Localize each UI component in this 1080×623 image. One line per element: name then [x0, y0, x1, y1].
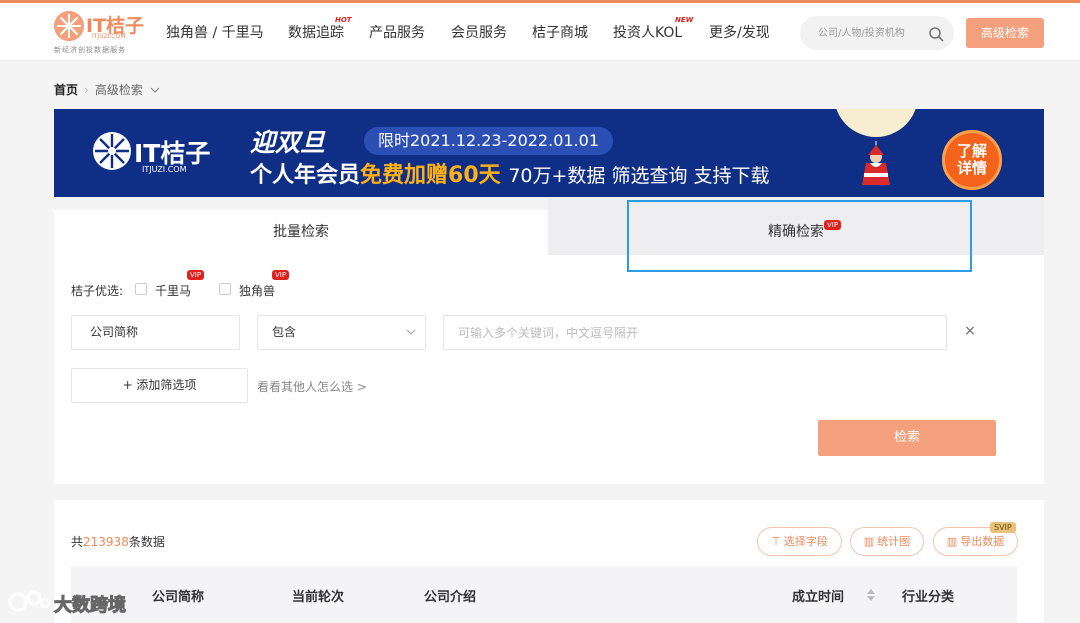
santa-icon	[862, 141, 890, 185]
site-logo[interactable]: IT桔子 ITJUZI.COM 新经济创投数据服务	[54, 9, 144, 57]
banner-offer-features: 70万+数据 筛选查询 支持下载	[508, 165, 770, 187]
select-fields-button[interactable]: ⊤ 选择字段	[757, 527, 842, 556]
promo-banner[interactable]: IT桔子 ITJUZI.COM 迎双旦 限时2021.12.23-2022.01…	[54, 109, 1044, 197]
operator-select[interactable]: 包含	[257, 315, 426, 350]
svip-badge: SVIP	[990, 522, 1016, 533]
banner-offer-member: 个人年会员	[250, 163, 361, 188]
search-submit-button[interactable]: 检索	[818, 420, 996, 456]
result-count-suffix: 条数据	[128, 535, 165, 549]
select-fields-label: 选择字段	[783, 535, 828, 548]
search-icon[interactable]	[928, 26, 944, 42]
qianlima-label[interactable]: 千里马	[155, 282, 191, 299]
banner-orange-logo-icon	[93, 132, 131, 170]
vip-badge: VIP	[187, 270, 205, 280]
result-count-prefix: 共	[71, 535, 84, 549]
banner-title: 迎双旦	[250, 128, 326, 157]
learn-more-line1: 了解	[956, 142, 987, 160]
breadcrumb-separator: ›	[84, 83, 89, 97]
column-header: 公司介绍	[424, 590, 477, 605]
table-header: 公司简称 当前轮次 公司介绍 成立时间 行业分类	[71, 566, 1017, 623]
nav-data-tracking[interactable]: 数据追踪	[288, 22, 344, 42]
nav-membership[interactable]: 会员服务	[451, 22, 507, 42]
breadcrumb-current[interactable]: 高级检索	[95, 83, 143, 97]
chevron-down-icon[interactable]	[150, 86, 160, 94]
column-header: 行业分类	[902, 590, 955, 605]
field-icon: ⊤	[771, 535, 781, 548]
global-search	[800, 16, 954, 50]
learn-more-button[interactable]: 了解 详情	[942, 130, 1002, 190]
nav-investor-kol[interactable]: 投资人KOL	[613, 22, 682, 42]
unicorn-label[interactable]: 独角兽	[239, 282, 275, 299]
qianlima-checkbox[interactable]	[135, 283, 147, 295]
new-badge: NEW	[675, 16, 694, 24]
nav-products[interactable]: 产品服务	[369, 22, 425, 42]
moon-decoration	[834, 109, 918, 137]
chart-label: 统计图	[877, 535, 911, 548]
result-count-number: 213938	[83, 535, 129, 549]
advanced-search-button[interactable]: 高级检索	[966, 18, 1044, 48]
banner-offer-bonus: 免费加赠60天	[360, 163, 501, 188]
field-select[interactable]: 公司简称	[71, 315, 240, 350]
nav-unicorn[interactable]: 独角兽 / 千里马	[166, 22, 264, 42]
breadcrumb-home[interactable]: 首页	[54, 83, 78, 97]
export-icon: ▥	[946, 535, 958, 548]
site-header: IT桔子 ITJUZI.COM 新经济创投数据服务 独角兽 / 千里马 数据追踪…	[0, 3, 1080, 61]
see-others-link[interactable]: 看看其他人怎么选 >	[257, 378, 367, 395]
breadcrumb: 首页 › 高级检索	[54, 81, 160, 98]
options-label: 桔子优选:	[71, 284, 124, 298]
hot-badge: HOT	[335, 16, 352, 24]
operator-value: 包含	[272, 325, 297, 339]
banner-offer-line: 个人年会员免费加赠60天 70万+数据 筛选查询 支持下载	[250, 157, 770, 189]
column-header-founded[interactable]: 成立时间	[792, 586, 844, 605]
keyword-input[interactable]	[443, 315, 947, 350]
nav-store[interactable]: 桔子商城	[532, 22, 588, 42]
column-header: 当前轮次	[292, 590, 345, 605]
clear-row-button[interactable]: ×	[962, 323, 978, 339]
chart-icon: ▥	[863, 535, 875, 548]
export-label: 导出数据	[960, 535, 1005, 548]
banner-logo-domain: ITJUZI.COM	[142, 165, 187, 174]
tab-batch-search[interactable]: 批量检索	[54, 210, 548, 255]
column-header: 公司简称	[152, 590, 205, 605]
sort-icon[interactable]	[866, 588, 876, 602]
unicorn-checkbox[interactable]	[219, 283, 231, 295]
nav-more[interactable]: 更多/发现	[709, 22, 770, 42]
chevron-down-icon	[406, 329, 416, 335]
vip-badge: VIP	[272, 270, 290, 280]
banner-date-range: 限时2021.12.23-2022.01.01	[364, 127, 613, 155]
global-search-input[interactable]	[818, 24, 918, 42]
result-count: 共213938条数据	[71, 533, 165, 550]
logo-domain: ITJUZI.COM	[92, 33, 126, 40]
chart-button[interactable]: ▥ 统计图	[850, 527, 924, 556]
focus-highlight	[627, 200, 972, 272]
logo-slogan: 新经济创投数据服务	[54, 46, 126, 54]
learn-more-line2: 详情	[956, 159, 987, 177]
orange-logo-icon	[54, 11, 84, 41]
watermark-text: 大数跨境	[54, 595, 127, 617]
results-panel: 共213938条数据 ⊤ 选择字段 ▥ 统计图 ▥ 导出数据 SVIP 公司简称 当前…	[54, 500, 1044, 623]
watermark-logo-icon	[8, 590, 51, 612]
add-filter-button[interactable]: + 添加筛选项	[71, 368, 248, 403]
